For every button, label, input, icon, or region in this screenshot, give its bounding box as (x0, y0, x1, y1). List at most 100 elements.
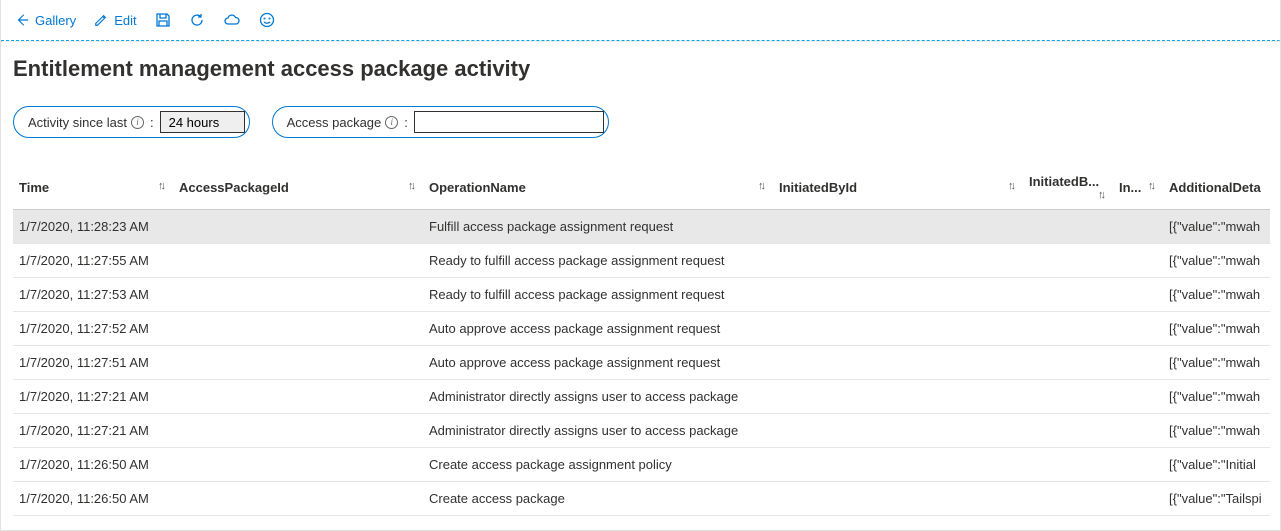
sort-icon[interactable]: ↑↓ (408, 180, 413, 192)
cell-add: [{"value":"mwah (1163, 244, 1270, 278)
cell-op: Auto approve access package assignment r… (423, 346, 773, 380)
cell-time: 1/7/2020, 11:28:23 AM (13, 210, 173, 244)
cell-time: 1/7/2020, 11:27:21 AM (13, 380, 173, 414)
cell-in (1113, 210, 1163, 244)
sort-icon[interactable]: ↑↓ (758, 180, 763, 192)
filter-bar: Activity since last i : 24 hours Access … (13, 106, 1270, 138)
sort-icon[interactable]: ↑↓ (1098, 189, 1103, 201)
table-row[interactable]: 1/7/2020, 11:27:21 AM Administrator direc… (13, 380, 1270, 414)
cell-add: [{"value":"mwah (1163, 346, 1270, 380)
cell-pkg (173, 244, 423, 278)
page-title: Entitlement management access package ac… (13, 56, 1270, 82)
cell-byid (773, 448, 1023, 482)
col-accesspackageid[interactable]: AccessPackageId↑↓ (173, 166, 423, 210)
activity-filter-label: Activity since last (28, 115, 127, 130)
cell-time: 1/7/2020, 11:27:51 AM (13, 346, 173, 380)
cell-time: 1/7/2020, 11:27:53 AM (13, 278, 173, 312)
cell-in (1113, 278, 1163, 312)
cell-add: [{"value":"Tailspi (1163, 482, 1270, 516)
table-row[interactable]: 1/7/2020, 11:27:53 AM Ready to fulfill ac… (13, 278, 1270, 312)
cell-byd (1023, 380, 1113, 414)
cell-in (1113, 346, 1163, 380)
feedback-button[interactable] (259, 12, 275, 28)
cell-byid (773, 244, 1023, 278)
table-row[interactable]: 1/7/2020, 11:27:55 AM Ready to fulfill ac… (13, 244, 1270, 278)
sort-icon[interactable]: ↑↓ (1148, 180, 1153, 192)
info-icon[interactable]: i (385, 116, 398, 129)
gallery-label: Gallery (35, 13, 76, 28)
cell-pkg (173, 380, 423, 414)
col-in[interactable]: In...↑↓ (1113, 166, 1163, 210)
cell-op: Fulfill access package assignment reques… (423, 210, 773, 244)
table-row[interactable]: 1/7/2020, 11:26:50 AMCreate access packa… (13, 482, 1270, 516)
cell-byd (1023, 448, 1113, 482)
cell-add: [{"value":"mwah (1163, 210, 1270, 244)
sort-icon[interactable]: ↑↓ (158, 180, 163, 192)
col-operationname[interactable]: OperationName↑↓ (423, 166, 773, 210)
cell-byd (1023, 312, 1113, 346)
cloud-icon (223, 12, 241, 28)
cell-byid (773, 210, 1023, 244)
cell-byid (773, 380, 1023, 414)
sort-icon[interactable]: ↑↓ (1008, 180, 1013, 192)
edit-label: Edit (114, 13, 136, 28)
cell-byid (773, 414, 1023, 448)
cell-byid (773, 312, 1023, 346)
cell-in (1113, 244, 1163, 278)
cell-byid (773, 346, 1023, 380)
cell-byd (1023, 346, 1113, 380)
refresh-button[interactable] (189, 12, 205, 28)
cloud-button[interactable] (223, 12, 241, 28)
cell-byid (773, 482, 1023, 516)
table-row[interactable]: 1/7/2020, 11:27:21 AM Administrator direc… (13, 414, 1270, 448)
package-filter-select[interactable] (414, 111, 604, 133)
smiley-icon (259, 12, 275, 28)
table-row[interactable]: 1/7/2020, 11:27:52 AM Auto approve access… (13, 312, 1270, 346)
cell-byd (1023, 482, 1113, 516)
table-row[interactable]: 1/7/2020, 11:26:50 AMCreate access packa… (13, 448, 1270, 482)
cell-pkg (173, 278, 423, 312)
cell-op: Create access package assignment policy (423, 448, 773, 482)
col-additionaldetails[interactable]: AdditionalDeta (1163, 166, 1270, 210)
activity-table: Time↑↓ AccessPackageId↑↓ OperationName↑↓… (13, 166, 1270, 516)
cell-op: Administrator directly assigns user to a… (423, 414, 773, 448)
cell-add: [{"value":"mwah (1163, 312, 1270, 346)
cell-op: Create access package (423, 482, 773, 516)
cell-byd (1023, 244, 1113, 278)
cell-op: Administrator directly assigns user to a… (423, 380, 773, 414)
package-filter-label: Access package (287, 115, 382, 130)
cell-pkg (173, 346, 423, 380)
table-row[interactable]: 1/7/2020, 11:28:23 AM Fulfill access pack… (13, 210, 1270, 244)
activity-filter-select[interactable]: 24 hours (160, 111, 245, 133)
cell-byd (1023, 414, 1113, 448)
cell-in (1113, 380, 1163, 414)
cell-time: 1/7/2020, 11:27:52 AM (13, 312, 173, 346)
toolbar: Gallery Edit (1, 0, 1280, 40)
package-filter[interactable]: Access package i : (272, 106, 609, 138)
table-row[interactable]: 1/7/2020, 11:27:51 AM Auto approve access… (13, 346, 1270, 380)
cell-op: Auto approve access package assignment r… (423, 312, 773, 346)
save-button[interactable] (155, 12, 171, 28)
info-icon[interactable]: i (131, 116, 144, 129)
arrow-left-icon (15, 13, 29, 27)
activity-filter[interactable]: Activity since last i : 24 hours (13, 106, 250, 138)
cell-time: 1/7/2020, 11:27:21 AM (13, 414, 173, 448)
save-icon (155, 12, 171, 28)
cell-op: Ready to fulfill access package assignme… (423, 244, 773, 278)
cell-byd (1023, 278, 1113, 312)
cell-op: Ready to fulfill access package assignme… (423, 278, 773, 312)
edit-link[interactable]: Edit (94, 13, 136, 28)
cell-time: 1/7/2020, 11:27:55 AM (13, 244, 173, 278)
cell-pkg (173, 312, 423, 346)
gallery-link[interactable]: Gallery (15, 13, 76, 28)
col-initiatedbydisplay[interactable]: InitiatedB...↑↓ (1023, 166, 1113, 210)
cell-add: [{"value":"Initial (1163, 448, 1270, 482)
cell-pkg (173, 210, 423, 244)
pencil-icon (94, 13, 108, 27)
col-time[interactable]: Time↑↓ (13, 166, 173, 210)
cell-in (1113, 312, 1163, 346)
cell-in (1113, 448, 1163, 482)
col-initiatedbyid[interactable]: InitiatedById↑↓ (773, 166, 1023, 210)
cell-in (1113, 482, 1163, 516)
cell-in (1113, 414, 1163, 448)
